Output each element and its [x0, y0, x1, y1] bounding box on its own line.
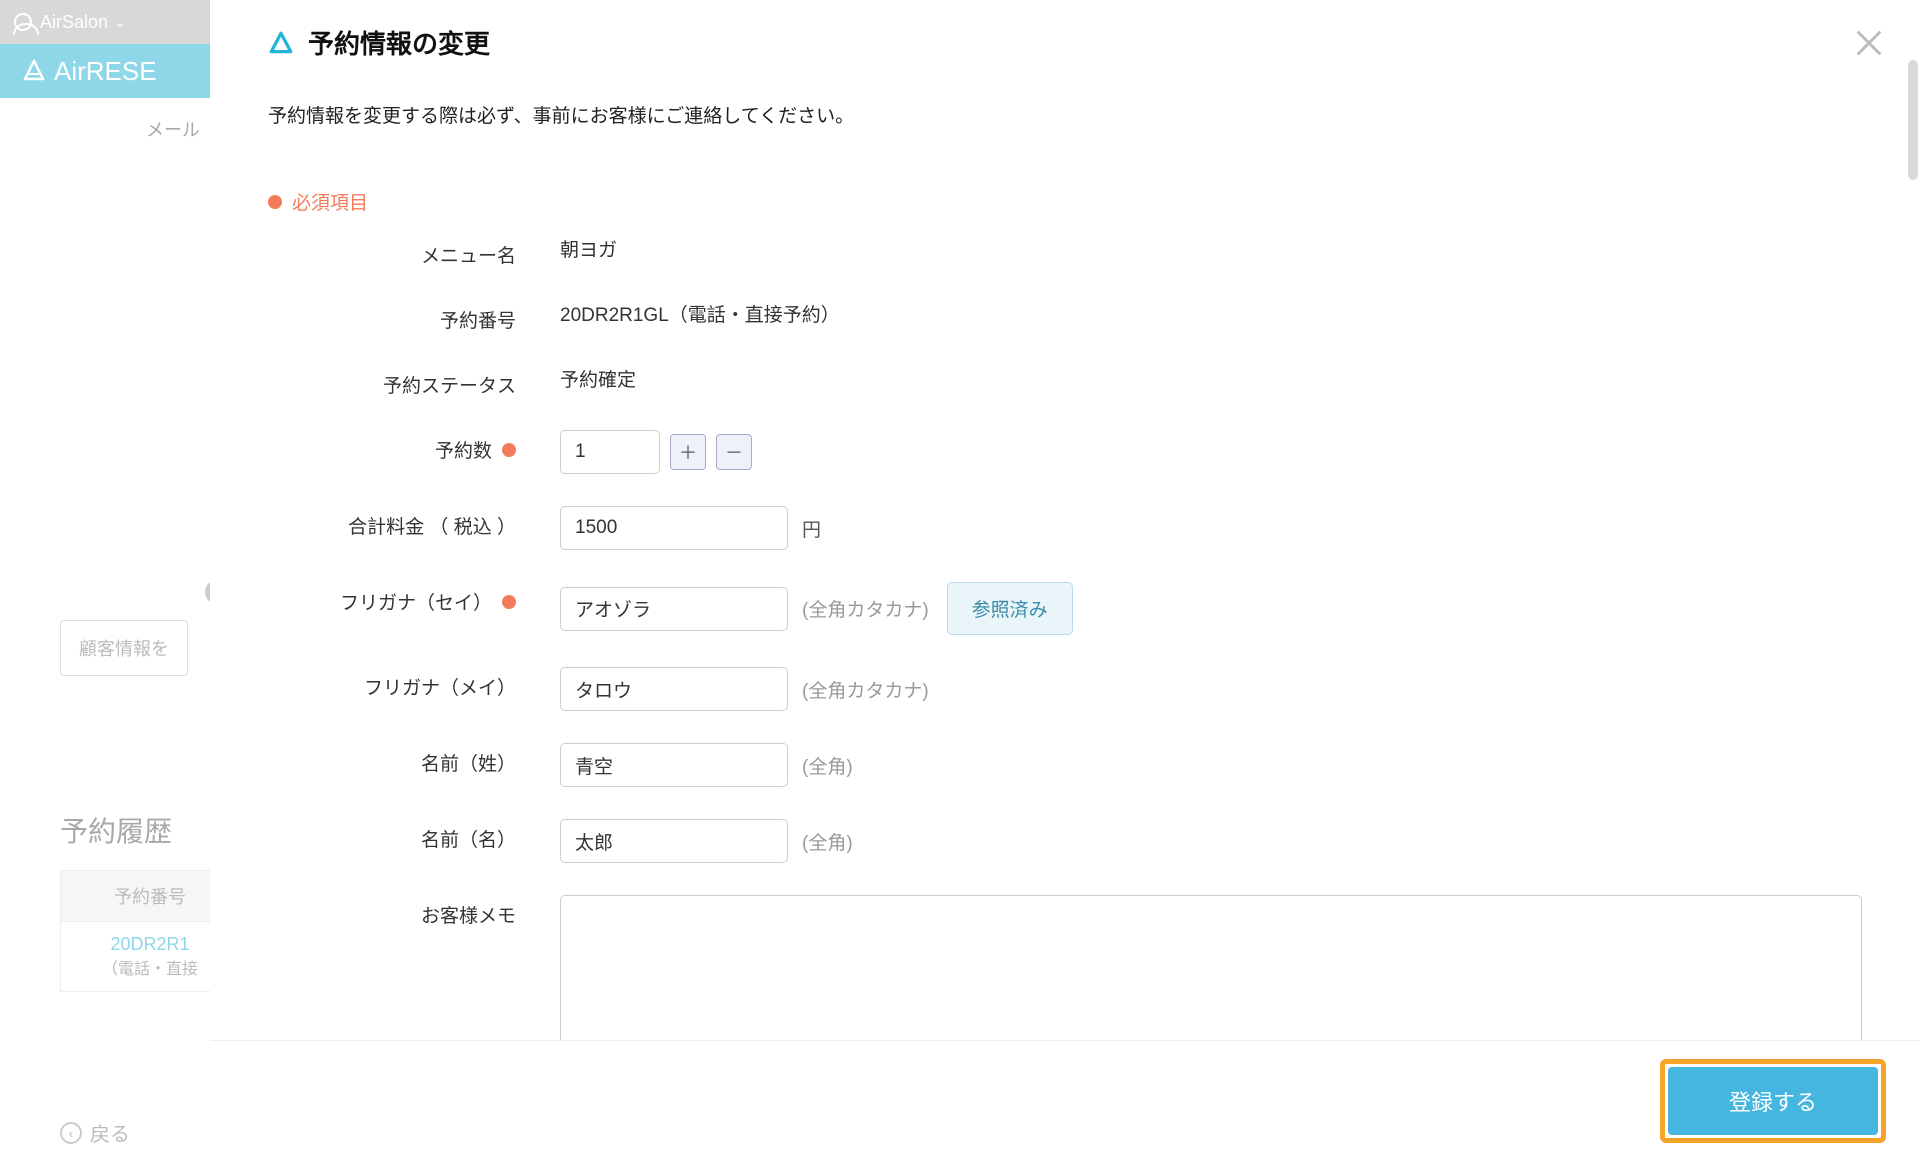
total-input[interactable]	[560, 506, 788, 550]
row-booking-no: 予約番号 20DR2R1GL（電話・直接予約）	[268, 300, 1862, 333]
label-kana-sei: フリガナ（セイ）	[268, 582, 516, 615]
back-button[interactable]: ‹ 戻る	[60, 1118, 130, 1147]
yen-unit: 円	[802, 515, 821, 542]
required-dot-icon	[502, 595, 516, 609]
booking-history-title: 予約履歴	[60, 810, 172, 850]
qty-input[interactable]	[560, 430, 660, 474]
label-qty: 予約数	[268, 430, 516, 463]
required-legend: 必須項目	[268, 188, 1862, 215]
name-sei-input[interactable]	[560, 743, 788, 787]
kana-sei-input[interactable]	[560, 587, 788, 631]
modal-body: 予約情報を変更する際は必ず、事前にお客様にご連絡してください。 必須項目 メニュ…	[210, 79, 1920, 1040]
submit-button[interactable]: 登録する	[1668, 1067, 1878, 1135]
name-mei-input[interactable]	[560, 819, 788, 863]
modal-footer: 登録する	[210, 1040, 1920, 1161]
label-name-mei: 名前（名）	[268, 819, 516, 852]
modal-header: 予約情報の変更	[210, 0, 1920, 79]
edit-booking-modal: 予約情報の変更 予約情報を変更する際は必ず、事前にお客様にご連絡してください。 …	[210, 0, 1920, 1161]
user-icon	[14, 13, 32, 31]
row-status: 予約ステータス 予約確定	[268, 365, 1862, 398]
hint-kana: (全角カタカナ)	[802, 676, 929, 703]
row-total: 合計料金 （ 税込 ） 円	[268, 506, 1862, 550]
row-menu-name: メニュー名 朝ヨガ	[268, 235, 1862, 268]
salon-selector[interactable]: AirSalon ⌄	[0, 0, 210, 44]
submit-highlight: 登録する	[1660, 1059, 1886, 1143]
brand-logo-icon	[22, 59, 46, 83]
brand-name: AirRESE	[54, 56, 157, 87]
row-name-sei: 名前（姓） (全角)	[268, 743, 1862, 787]
memo-textarea[interactable]	[560, 895, 1862, 1040]
label-menu-name: メニュー名	[268, 235, 516, 268]
label-total: 合計料金 （ 税込 ）	[268, 506, 516, 539]
row-kana-mei: フリガナ（メイ） (全角カタカナ)	[268, 667, 1862, 711]
bg-menu-mail: メール	[0, 98, 210, 142]
label-kana-mei: フリガナ（メイ）	[268, 667, 516, 700]
label-booking-no: 予約番号	[268, 300, 516, 333]
value-status: 予約確定	[516, 365, 1862, 392]
required-dot-icon	[268, 195, 282, 209]
modal-title: 予約情報の変更	[308, 24, 490, 61]
app-logo-icon	[268, 30, 294, 56]
qty-minus-button[interactable]: －	[716, 434, 752, 470]
instruction-text: 予約情報を変更する際は必ず、事前にお客様にご連絡してください。	[268, 101, 1862, 128]
salon-name: AirSalon	[40, 12, 108, 33]
chevron-down-icon: ⌄	[114, 14, 126, 31]
background-page: AirSalon ⌄ AirRESE メール ‹ 顧客情報を 予約履歴 予約番号…	[0, 0, 210, 1161]
hint-zenkaku: (全角)	[802, 752, 853, 779]
back-arrow-icon: ‹	[60, 1122, 82, 1144]
label-memo: お客様メモ	[268, 895, 516, 928]
booking-sub: （電話・直接	[73, 955, 227, 979]
value-menu-name: 朝ヨガ	[516, 235, 1862, 262]
label-status: 予約ステータス	[268, 365, 516, 398]
hint-kana: (全角カタカナ)	[802, 595, 929, 622]
row-qty: 予約数 ＋ －	[268, 430, 1862, 474]
scrollbar[interactable]	[1908, 79, 1918, 180]
row-name-mei: 名前（名） (全角)	[268, 819, 1862, 863]
hint-zenkaku: (全角)	[802, 828, 853, 855]
close-button[interactable]	[1852, 26, 1886, 60]
kana-mei-input[interactable]	[560, 667, 788, 711]
row-kana-sei: フリガナ（セイ） (全角カタカナ) 参照済み	[268, 582, 1862, 635]
qty-plus-button[interactable]: ＋	[670, 434, 706, 470]
label-name-sei: 名前（姓）	[268, 743, 516, 776]
brand-bar: AirRESE	[0, 44, 210, 98]
customer-info-button[interactable]: 顧客情報を	[60, 620, 188, 676]
value-booking-no: 20DR2R1GL（電話・直接予約）	[516, 300, 1862, 327]
reference-done-button[interactable]: 参照済み	[947, 582, 1073, 635]
required-dot-icon	[502, 443, 516, 457]
booking-link[interactable]: 20DR2R1	[73, 934, 227, 955]
row-memo: お客様メモ 0/2000 ※登録された内容は、顧客情報に反映されます。 ※お客様…	[268, 895, 1862, 1040]
